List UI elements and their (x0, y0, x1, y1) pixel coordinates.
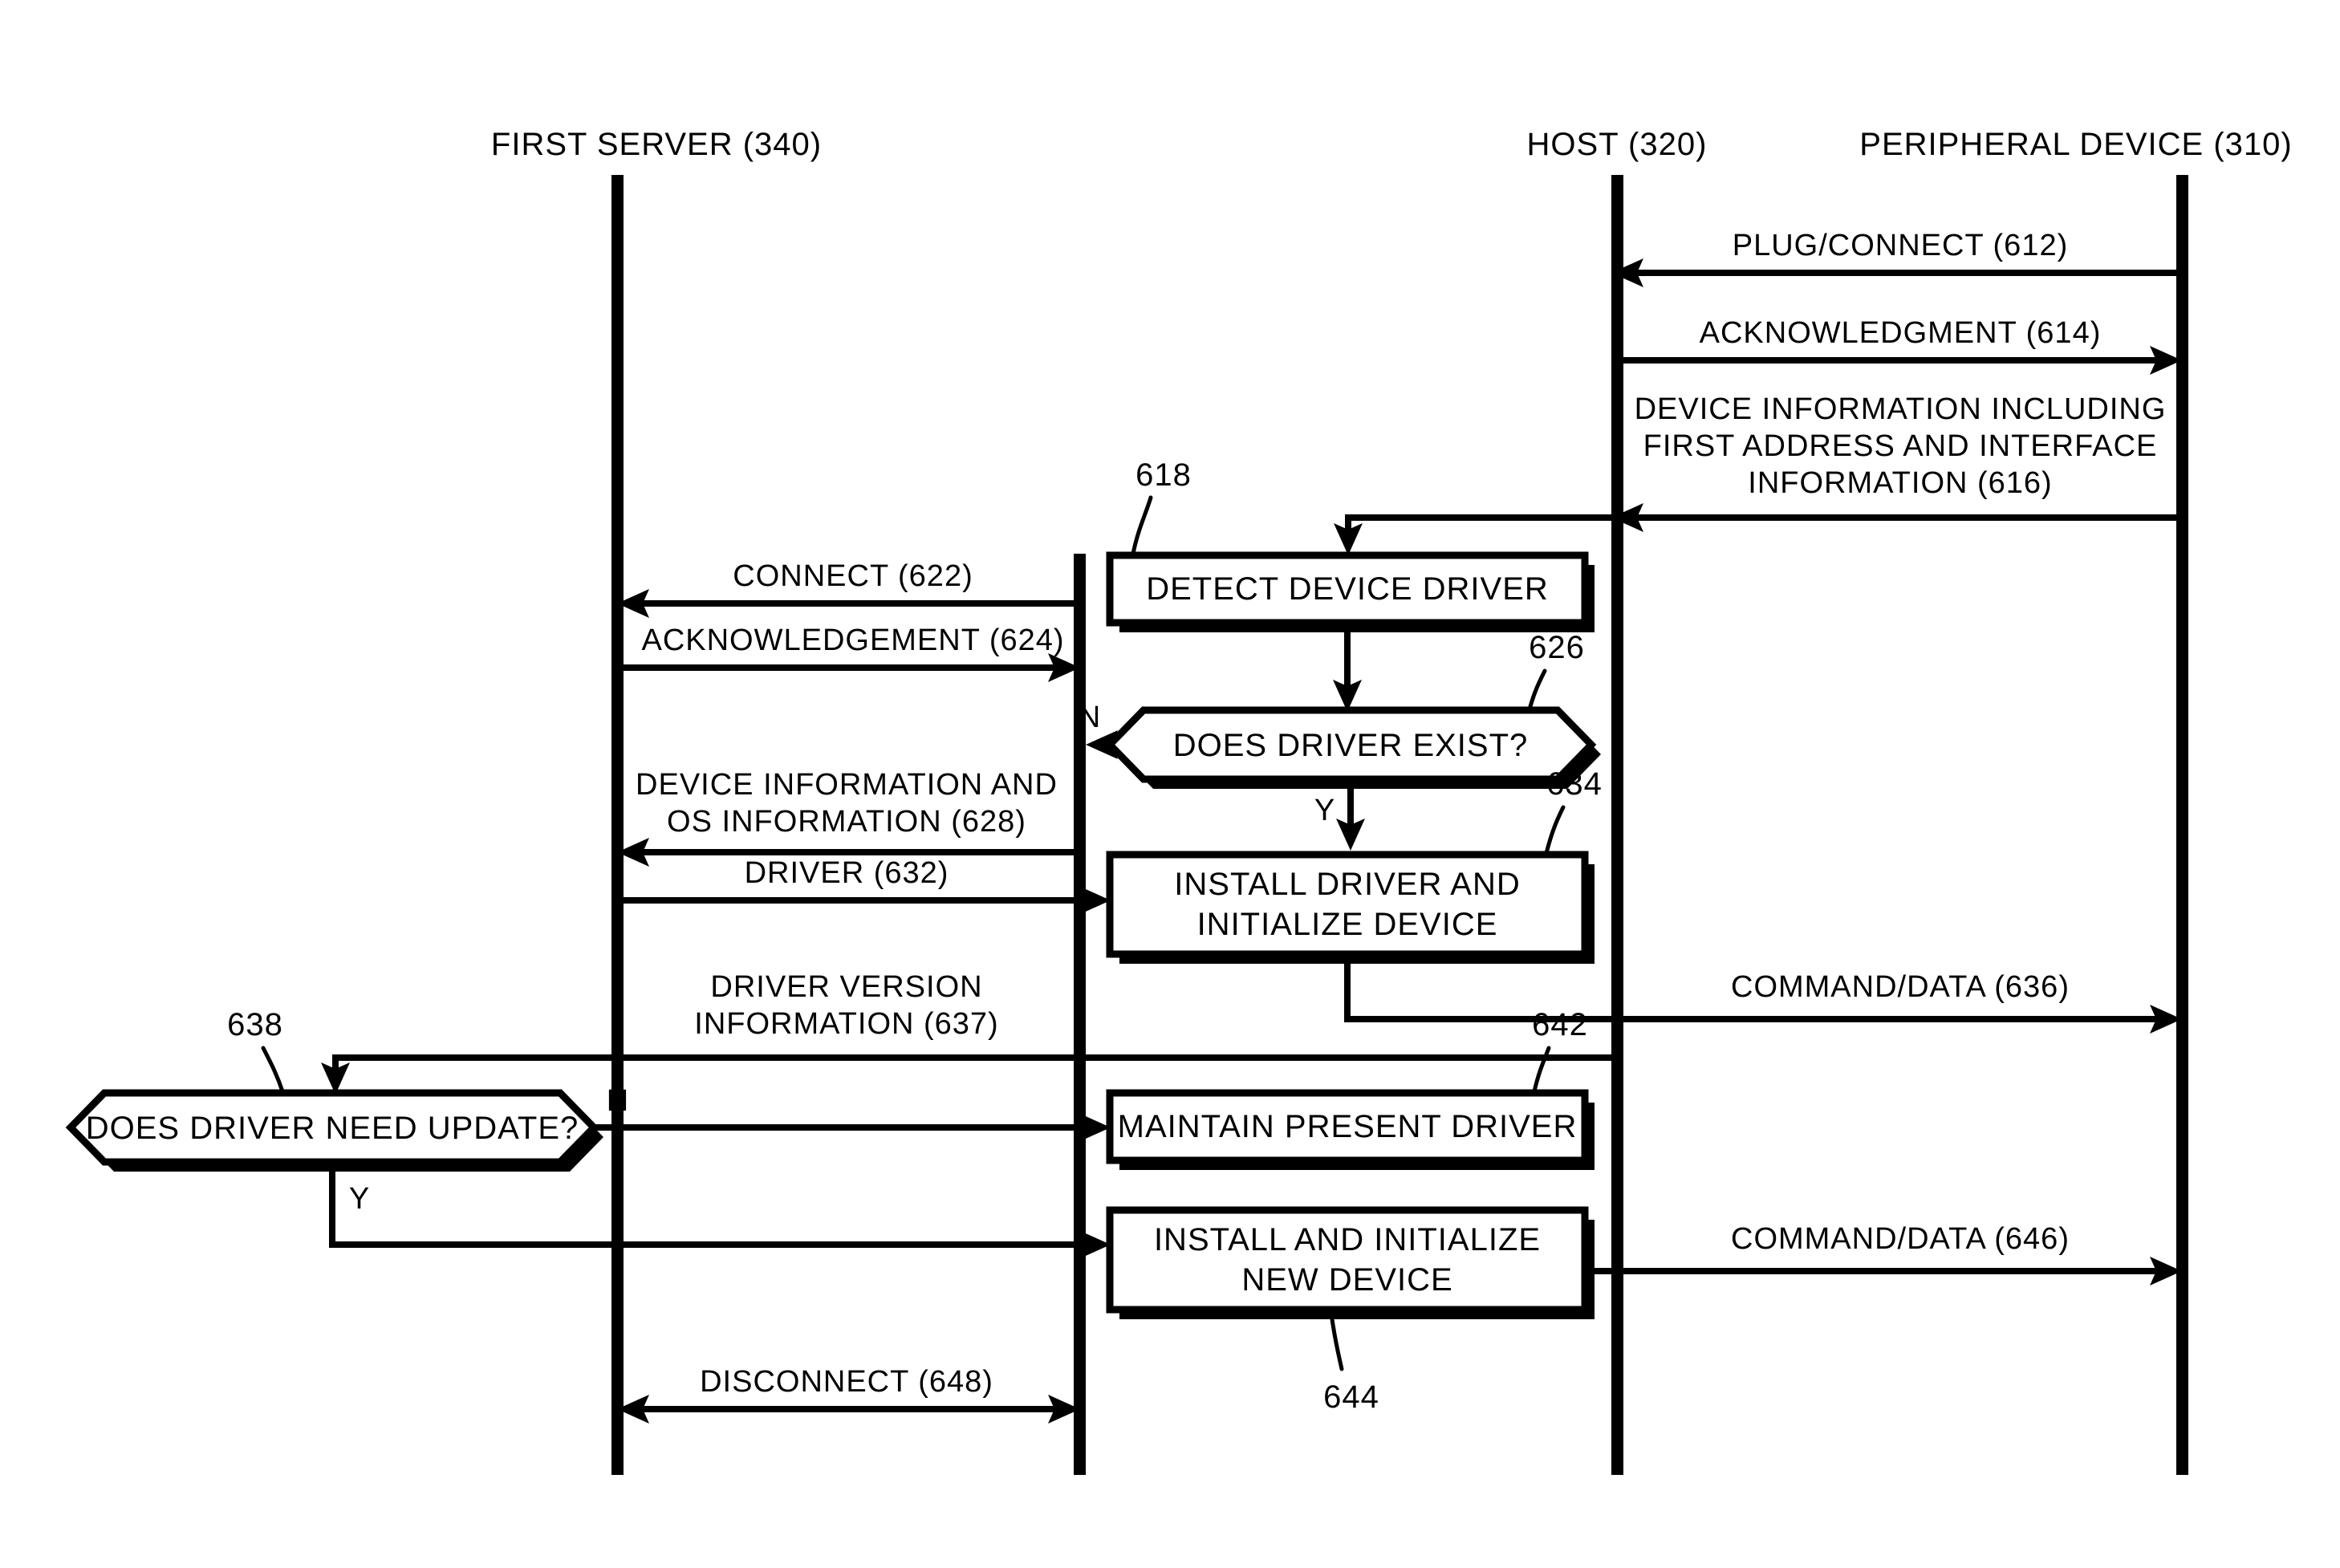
process-box-install-driver-initialize-device: INSTALL DRIVER AND INITIALIZE DEVICE 634 (1106, 766, 1603, 964)
decision-does-driver-exist-label: DOES DRIVER EXIST? (1173, 728, 1529, 763)
process-box-maintain-present-driver-label: MAINTAIN PRESENT DRIVER (1118, 1109, 1578, 1144)
message-plug-connect-612-label: PLUG/CONNECT (612) (1733, 229, 2069, 262)
message-device-os-information-628-line1: DEVICE INFORMATION AND (636, 768, 1058, 802)
header-host: HOST (320) (1527, 127, 1708, 162)
reference-numeral-634: 634 (1546, 766, 1603, 802)
decision-does-driver-exist: DOES DRIVER EXIST? 626 N Y (1079, 630, 1601, 851)
sequence-diagram-svg: FIRST SERVER (340) HOST (320) PERIPHERAL… (65, 127, 2292, 1475)
process-box-detect-device-driver-label: DETECT DEVICE DRIVER (1146, 571, 1549, 607)
branch-label-yes-638: Y (349, 1182, 370, 1216)
lifeline-first-server (611, 175, 624, 1475)
message-command-data-646: COMMAND/DATA (646) (1618, 1222, 2182, 1286)
message-driver-632-label: DRIVER (632) (745, 856, 949, 890)
message-command-data-646-label: COMMAND/DATA (646) (1731, 1222, 2070, 1256)
process-box-install-new-line1: INSTALL AND INITIALIZE (1154, 1222, 1541, 1257)
message-driver-version-information-637: DRIVER VERSION INFORMATION (637) (321, 970, 1611, 1095)
reference-numeral-642: 642 (1532, 1007, 1588, 1042)
branch-label-yes-626: Y (1314, 794, 1335, 827)
process-box-maintain-present-driver: MAINTAIN PRESENT DRIVER 642 (1106, 1007, 1595, 1170)
reference-numeral-638: 638 (227, 1007, 283, 1042)
message-connect-622-label: CONNECT (622) (733, 559, 973, 593)
process-box-install-driver-line2: INITIALIZE DEVICE (1197, 907, 1498, 942)
message-acknowledgment-614-label: ACKNOWLEDGMENT (614) (1700, 316, 2102, 350)
lifeline-peripheral-device (2176, 175, 2188, 1475)
decision-does-driver-need-update-label: DOES DRIVER NEED UPDATE? (86, 1111, 579, 1146)
message-driver-632: DRIVER (632) (620, 856, 1111, 915)
message-device-information-616-line3: INFORMATION (616) (1748, 466, 2052, 500)
header-peripheral-device: PERIPHERAL DEVICE (310) (1859, 127, 2292, 162)
message-device-os-information-628-line2: OS INFORMATION (628) (667, 805, 1026, 839)
connector-detect-to-decision-626 (1333, 623, 1362, 712)
reference-numeral-626: 626 (1529, 630, 1585, 665)
message-device-os-information-628: DEVICE INFORMATION AND OS INFORMATION (6… (617, 768, 1079, 867)
reference-numeral-644: 644 (1323, 1379, 1379, 1415)
message-acknowledgement-624-label: ACKNOWLEDGEMENT (624) (641, 624, 1064, 657)
decision-does-driver-need-update: DOES DRIVER NEED UPDATE? 638 N Y (65, 1007, 1111, 1259)
lifeline-host (1611, 175, 1623, 1475)
message-acknowledgment-614: ACKNOWLEDGMENT (614) (1618, 316, 2182, 375)
message-plug-connect-612: PLUG/CONNECT (612) (1611, 229, 2181, 287)
branch-label-no-626: N (1079, 701, 1101, 734)
message-driver-version-637-line1: DRIVER VERSION (710, 970, 982, 1004)
message-device-information-616-line1: DEVICE INFORMATION INCLUDING (1635, 392, 2167, 426)
message-disconnect-648: DISCONNECT (648) (617, 1365, 1080, 1424)
message-device-information-616: DEVICE INFORMATION INCLUDING FIRST ADDRE… (1611, 392, 2181, 532)
message-disconnect-648-label: DISCONNECT (648) (700, 1365, 993, 1399)
message-command-data-636: COMMAND/DATA (636) (1618, 970, 2182, 1034)
message-driver-version-637-line2: INFORMATION (637) (694, 1007, 998, 1041)
patent-figure-canvas: FIRST SERVER (340) HOST (320) PERIPHERAL… (0, 0, 2340, 1568)
branch-label-no-638: N (607, 1084, 629, 1118)
process-box-install-driver-line1: INSTALL DRIVER AND (1174, 867, 1520, 902)
message-acknowledgement-624: ACKNOWLEDGEMENT (624) (620, 624, 1080, 682)
process-box-install-new-line2: NEW DEVICE (1241, 1262, 1452, 1298)
message-connect-622: CONNECT (622) (617, 559, 1079, 618)
message-device-information-616-line2: FIRST ADDRESS AND INTERFACE (1643, 429, 2158, 463)
lifeline-middle-actor (1074, 554, 1086, 1475)
header-first-server: FIRST SERVER (340) (491, 127, 822, 162)
connector-host-to-detect-driver (1334, 514, 1611, 555)
reference-numeral-618: 618 (1135, 457, 1192, 493)
message-command-data-636-label: COMMAND/DATA (636) (1731, 970, 2070, 1004)
process-box-install-initialize-new-device: INSTALL AND INITIALIZE NEW DEVICE 644 (1106, 1206, 1595, 1415)
